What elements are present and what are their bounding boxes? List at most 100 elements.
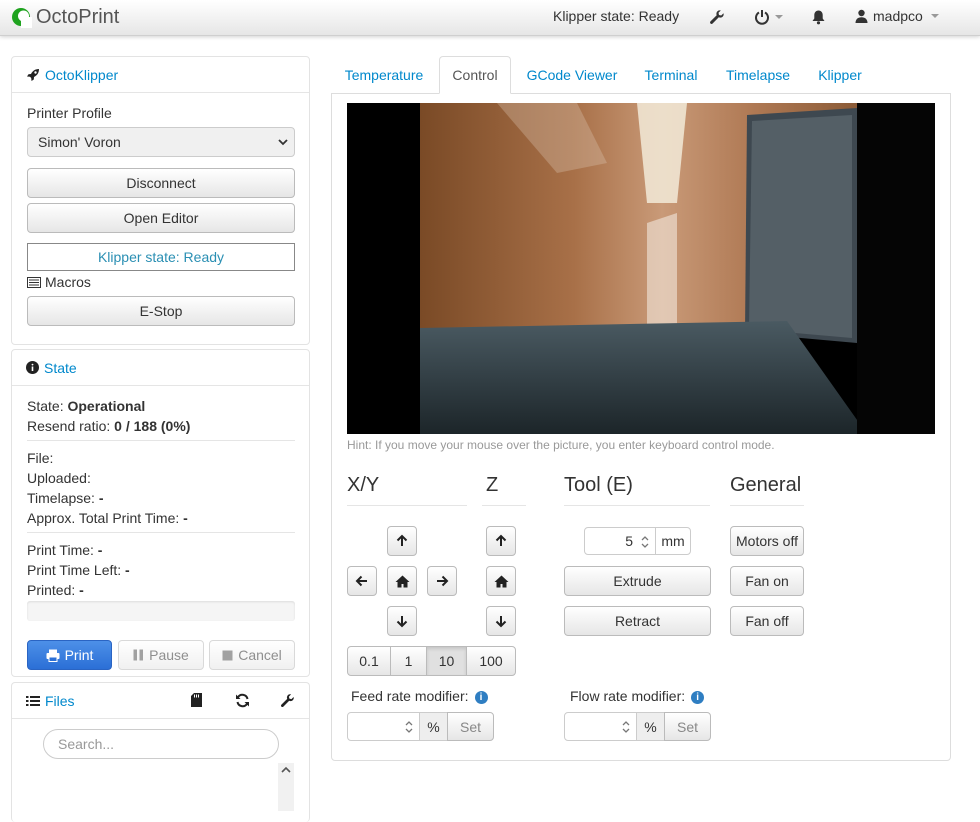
home-z-button[interactable] (486, 566, 516, 596)
retract-button[interactable]: Retract (564, 606, 711, 636)
feed-rate-label: Feed rate modifier: i (351, 688, 488, 704)
extrude-amount-value: 5 (625, 533, 633, 549)
macros-toggle[interactable]: Macros (27, 274, 91, 290)
extrude-unit-label: mm (655, 527, 691, 555)
extrude-amount-input[interactable]: 5 (584, 527, 656, 555)
divider (27, 440, 295, 441)
printer-profile-label: Printer Profile (27, 105, 112, 121)
list-alt-icon (27, 276, 41, 288)
print-button[interactable]: Print (27, 640, 112, 670)
brand[interactable]: OctoPrint (10, 4, 119, 30)
jog-z-minus-button[interactable] (486, 606, 516, 636)
print-time-left-line: Print Time Left: - (27, 562, 130, 578)
cancel-label: Cancel (238, 647, 282, 663)
pause-button[interactable]: Pause (118, 640, 204, 670)
power-icon[interactable] (754, 7, 783, 27)
webcam-stream[interactable] (347, 103, 935, 434)
fan-off-button[interactable]: Fan off (730, 606, 804, 636)
state-line: State: Operational (27, 398, 146, 414)
step-size-1-button[interactable]: 1 (390, 646, 427, 676)
tab-terminal[interactable]: Terminal (632, 56, 710, 94)
octoklipper-header[interactable]: OctoKlipper (12, 57, 309, 93)
sd-card-icon[interactable] (191, 693, 202, 710)
stop-icon (222, 650, 233, 660)
open-editor-button[interactable]: Open Editor (27, 203, 295, 233)
resend-ratio-line: Resend ratio: 0 / 188 (0%) (27, 418, 191, 434)
bell-icon[interactable] (811, 7, 826, 27)
state-panel: State State: Operational Resend ratio: 0… (11, 349, 310, 677)
arrow-up-icon (495, 534, 507, 546)
spinner-icon[interactable] (620, 718, 632, 736)
feed-rate-set-button[interactable]: Set (447, 712, 494, 741)
tab-klipper[interactable]: Klipper (806, 56, 874, 94)
jog-x-plus-button[interactable] (427, 566, 457, 596)
home-icon (395, 575, 409, 587)
divider (347, 505, 467, 506)
klipper-state-box: Klipper state: Ready (27, 243, 295, 271)
chevron-down-icon (930, 14, 939, 18)
jog-y-plus-button[interactable] (387, 526, 417, 556)
info-icon (26, 361, 39, 374)
flow-rate-input[interactable] (564, 712, 637, 741)
printer-profile-select[interactable]: Simon' Voron (27, 127, 295, 157)
extrude-button[interactable]: Extrude (564, 566, 711, 596)
tab-timelapse[interactable]: Timelapse (712, 56, 804, 94)
divider (564, 505, 710, 506)
printer-profile-value: Simon' Voron (38, 134, 121, 150)
state-header[interactable]: State (12, 350, 309, 386)
print-progress-bar (27, 601, 295, 621)
files-scrollbar[interactable] (278, 763, 294, 811)
navbar-klipper-state: Klipper state: Ready (553, 8, 680, 24)
refresh-icon[interactable] (235, 693, 250, 711)
tab-gcode-viewer[interactable]: GCode Viewer (514, 56, 630, 94)
octoprint-logo-icon (12, 8, 32, 28)
approx-print-time-line: Approx. Total Print Time: - (27, 510, 188, 526)
spinner-icon[interactable] (403, 718, 415, 736)
webcam-hint: Hint: If you move your mouse over the pi… (347, 438, 775, 452)
list-icon (26, 695, 40, 707)
wrench-icon[interactable] (280, 693, 295, 711)
fan-on-button[interactable]: Fan on (730, 566, 804, 596)
flow-rate-set-button[interactable]: Set (664, 712, 711, 741)
username: madpco (873, 8, 923, 24)
printed-line: Printed: - (27, 582, 84, 598)
user-icon (855, 9, 868, 23)
info-icon[interactable]: i (474, 690, 488, 704)
xy-title: X/Y (347, 474, 380, 496)
feed-rate-input[interactable] (347, 712, 420, 741)
general-title: General (730, 474, 802, 496)
motors-off-button[interactable]: Motors off (730, 526, 804, 556)
disconnect-button[interactable]: Disconnect (27, 168, 295, 198)
wrench-icon[interactable] (709, 7, 725, 27)
jog-y-minus-button[interactable] (387, 606, 417, 636)
flow-rate-percent: % (636, 712, 665, 741)
files-header[interactable]: Files (12, 683, 309, 719)
tab-control[interactable]: Control (439, 56, 511, 94)
brand-name: OctoPrint (36, 5, 120, 28)
spinner-icon[interactable] (639, 533, 651, 551)
chevron-down-icon (775, 15, 783, 19)
macros-label: Macros (45, 274, 91, 290)
estop-button[interactable]: E-Stop (27, 296, 295, 326)
jog-z-plus-button[interactable] (486, 526, 516, 556)
cancel-button[interactable]: Cancel (209, 640, 295, 670)
divider (730, 505, 804, 506)
step-size-10-button[interactable]: 10 (426, 646, 467, 676)
info-icon[interactable]: i (691, 690, 705, 704)
state-title: State (44, 359, 77, 376)
user-menu[interactable]: madpco (855, 8, 939, 24)
files-search-input[interactable]: Search... (43, 729, 279, 759)
jog-x-minus-button[interactable] (347, 566, 377, 596)
tab-temperature[interactable]: Temperature (331, 56, 437, 94)
divider (482, 505, 526, 506)
flow-rate-label: Flow rate modifier: i (570, 688, 705, 704)
step-size-100-button[interactable]: 100 (466, 646, 516, 676)
files-title: Files (45, 692, 75, 709)
step-size-0-1-button[interactable]: 0.1 (347, 646, 391, 676)
navbar: OctoPrint Klipper state: Ready madpco (0, 0, 980, 36)
files-panel: Files Search... (11, 682, 310, 822)
octoklipper-title: OctoKlipper (45, 66, 119, 83)
timelapse-line: Timelapse: - (27, 490, 104, 506)
home-xy-button[interactable] (387, 566, 417, 596)
arrow-up-icon (396, 534, 408, 546)
